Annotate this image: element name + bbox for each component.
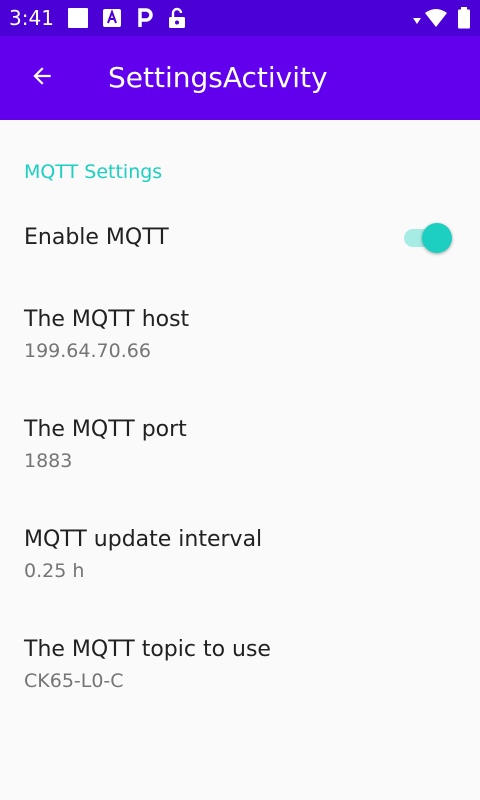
status-bar: 3:41: [0, 0, 480, 36]
app-bar: SettingsActivity: [0, 36, 480, 120]
mqtt-topic-preference[interactable]: The MQTT topic to use CK65-L0-C: [0, 620, 480, 720]
preference-summary: CK65-L0-C: [24, 670, 124, 692]
preference-title: MQTT update interval: [24, 527, 263, 552]
mqtt-host-preference[interactable]: The MQTT host 199.64.70.66: [0, 290, 480, 390]
preference-summary: 0.25 h: [24, 560, 85, 582]
signal-arrow-icon: [412, 13, 422, 35]
mqtt-update-interval-preference[interactable]: MQTT update interval 0.25 h: [0, 510, 480, 610]
preference-summary: 1883: [24, 450, 73, 472]
preference-summary: 199.64.70.66: [24, 340, 151, 362]
preference-title: Enable MQTT: [24, 225, 169, 250]
app-title: SettingsActivity: [108, 61, 328, 94]
category-title: MQTT Settings: [24, 161, 163, 183]
back-button[interactable]: [18, 54, 66, 102]
unlocked-padlock-icon: [166, 7, 188, 29]
status-time: 3:41: [9, 6, 54, 30]
parking-p-icon: [134, 7, 156, 29]
enable-mqtt-preference[interactable]: Enable MQTT: [0, 208, 480, 268]
preference-title: The MQTT port: [24, 417, 187, 442]
arrow-back-icon: [29, 63, 55, 94]
preference-title: The MQTT host: [24, 307, 190, 332]
font-a-icon: [101, 7, 123, 29]
mqtt-port-preference[interactable]: The MQTT port 1883: [0, 400, 480, 500]
square-notification-icon: [67, 7, 89, 29]
preference-title: The MQTT topic to use: [24, 637, 271, 662]
wifi-icon: [424, 7, 448, 29]
battery-icon: [457, 7, 471, 29]
settings-list: MQTT Settings Enable MQTT The MQTT host …: [0, 120, 480, 800]
enable-mqtt-switch[interactable]: [402, 220, 452, 256]
switch-thumb: [422, 223, 452, 253]
